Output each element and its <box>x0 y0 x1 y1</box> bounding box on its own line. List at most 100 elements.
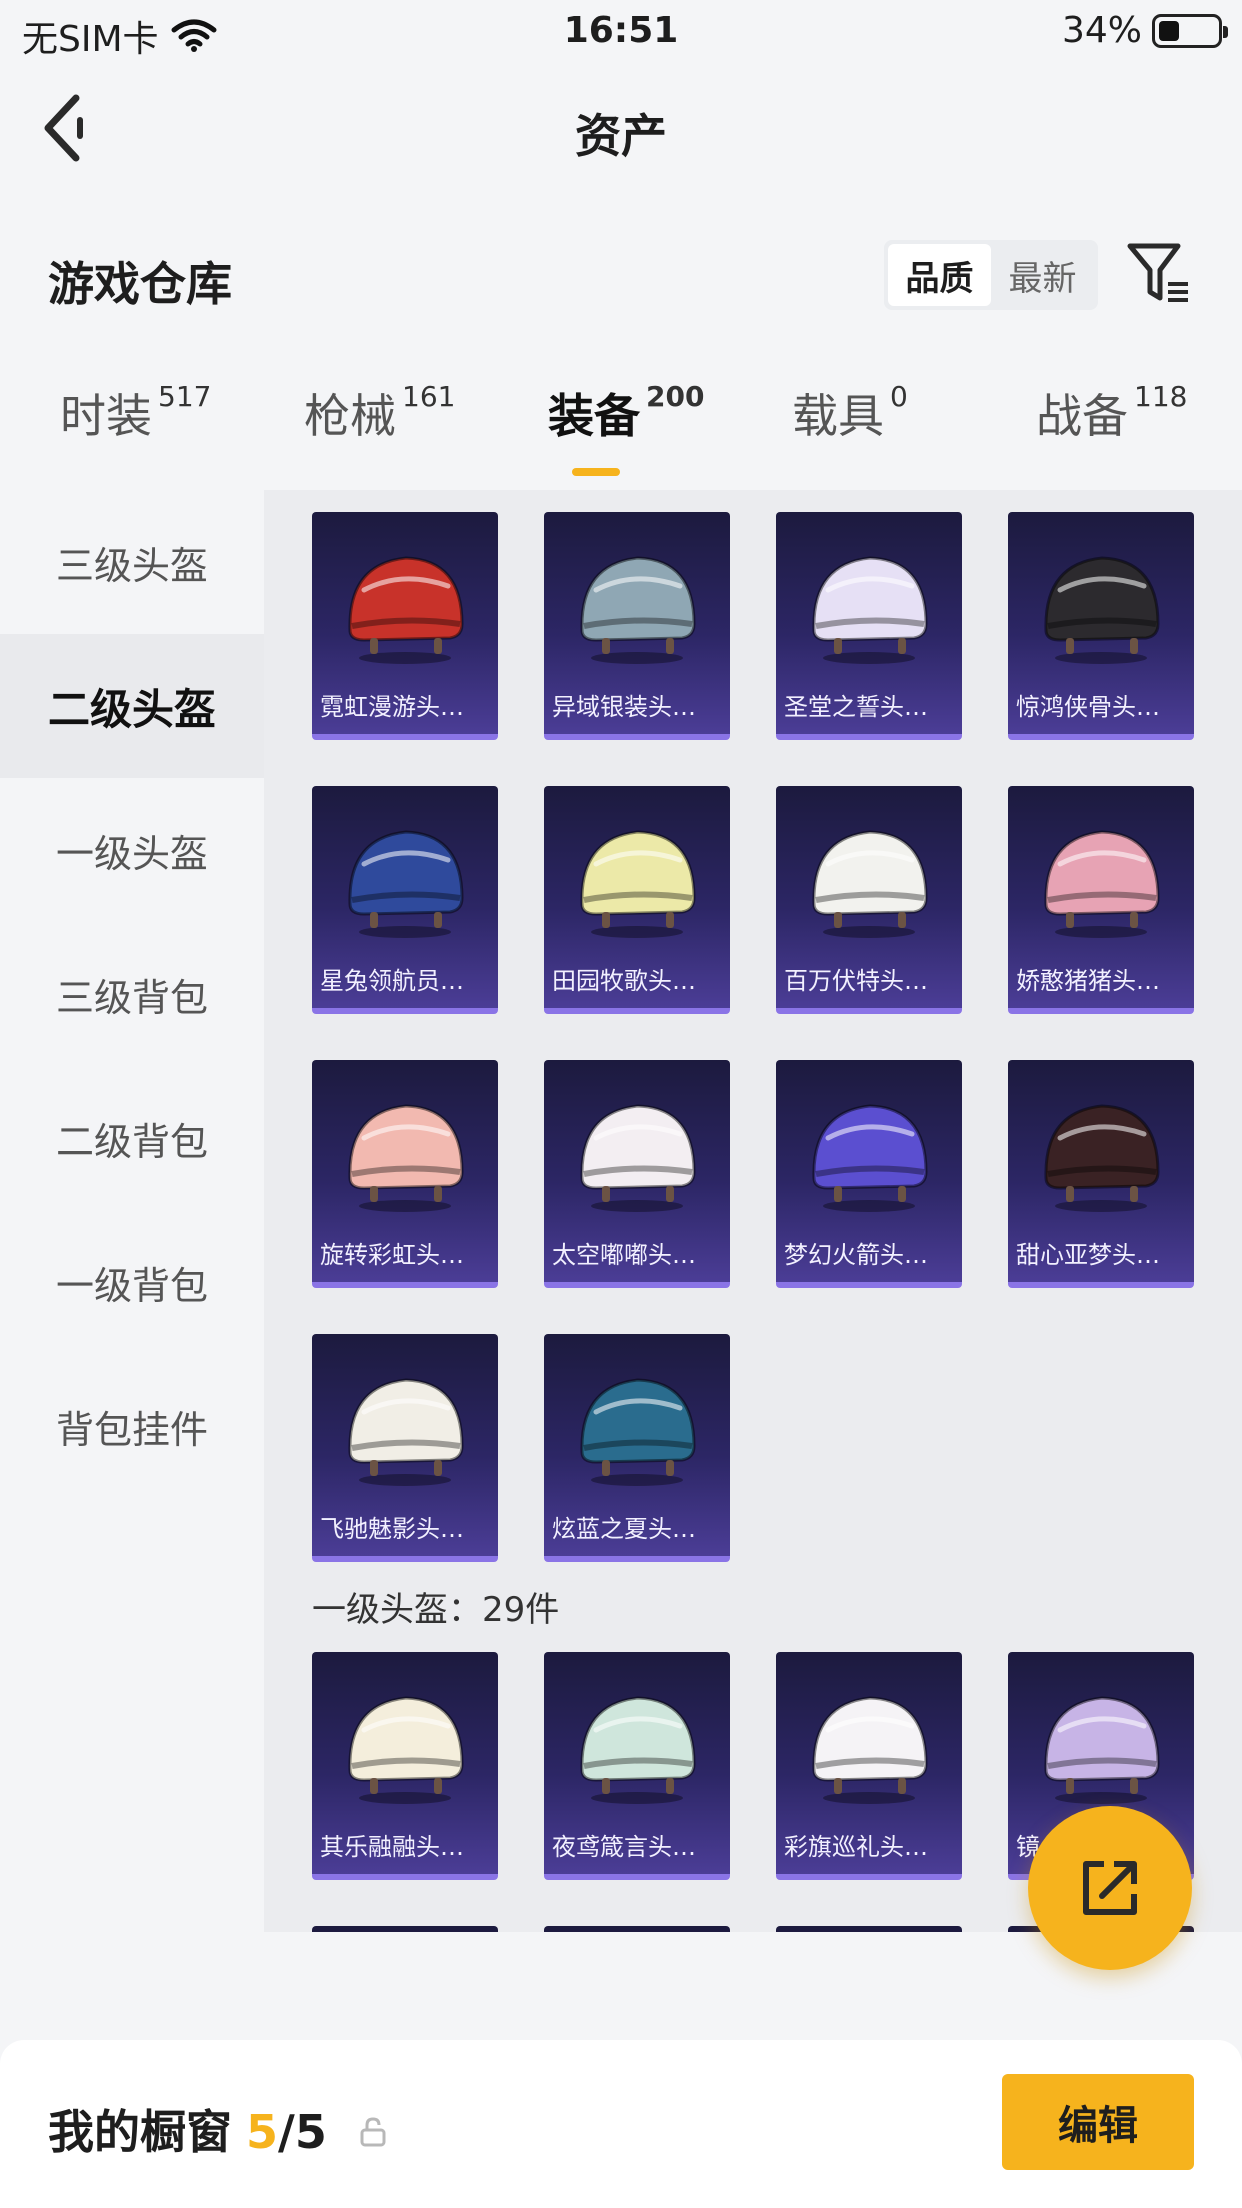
mint-fish-helmet-icon <box>544 1660 730 1820</box>
share-export-icon <box>1083 1861 1137 1915</box>
share-button[interactable] <box>1028 1806 1192 1970</box>
section-title: 游戏仓库 <box>48 257 232 311</box>
lavender-helmet-icon <box>1008 1660 1194 1820</box>
sidebar-item-level2-backpack[interactable]: 二级背包 <box>0 1066 264 1210</box>
item-card[interactable]: 惊鸿侠骨头… <box>1008 512 1194 740</box>
item-name: 旋转彩虹头… <box>320 1241 464 1269</box>
showcase-count: 5/5 <box>246 2105 327 2159</box>
item-card[interactable]: 田园牧歌头… <box>544 786 730 1014</box>
item-name: 梦幻火箭头… <box>784 1241 928 1269</box>
active-tab-indicator <box>572 468 620 476</box>
filter-icon[interactable] <box>1126 240 1192 306</box>
group-label: 一级头盔：29件 <box>312 1590 560 1630</box>
tab-label: 枪械 <box>304 389 396 443</box>
battery-percent: 34% <box>1061 10 1142 51</box>
tab-count: 161 <box>402 379 456 413</box>
item-name: 异域银装头… <box>552 693 696 721</box>
sidebar-item-backpack-charm[interactable]: 背包挂件 <box>0 1354 264 1498</box>
galaxy-helmet-icon <box>776 1068 962 1228</box>
item-name: 夜鸢箴言头… <box>552 1833 696 1861</box>
item-name: 娇憨猪猪头… <box>1016 967 1160 995</box>
tab-label: 装备 <box>548 389 640 443</box>
showcase-label: 我的橱窗 <box>48 2105 232 2159</box>
cat-ear-helmet-icon <box>776 794 962 954</box>
subcategory-sidebar: 三级头盔 二级头盔 一级头盔 三级背包 二级背包 一级背包 背包挂件 <box>0 490 264 1930</box>
tab-count: 517 <box>158 379 212 413</box>
battery-icon <box>1152 13 1228 48</box>
sidebar-item-level3-backpack[interactable]: 三级背包 <box>0 922 264 1066</box>
item-card[interactable]: 炫蓝之夏头… <box>544 1334 730 1562</box>
pink-pig-helmet-icon <box>1008 794 1194 954</box>
item-card[interactable]: 霓虹漫游头… <box>312 512 498 740</box>
item-card[interactable] <box>312 1926 498 1932</box>
item-name: 惊鸿侠骨头… <box>1016 693 1160 721</box>
item-card[interactable]: 异域银装头… <box>544 512 730 740</box>
white-bunny-helmet-icon <box>544 1068 730 1228</box>
tab-label: 载具 <box>792 389 884 443</box>
showcase-bar: 我的橱窗 5/5 编辑 <box>0 2040 1242 2208</box>
item-card[interactable]: 梦幻火箭头… <box>776 1060 962 1288</box>
lock-icon <box>360 2117 386 2147</box>
edit-button[interactable]: 编辑 <box>1002 2074 1194 2170</box>
item-card[interactable]: 百万伏特头… <box>776 786 962 1014</box>
item-card[interactable]: 夜鸢箴言头… <box>544 1652 730 1880</box>
item-card[interactable]: 星兔领航员… <box>312 786 498 1014</box>
item-card[interactable]: 甜心亚梦头… <box>1008 1060 1194 1288</box>
item-card[interactable]: 旋转彩虹头… <box>312 1060 498 1288</box>
item-card[interactable]: 飞驰魅影头… <box>312 1334 498 1562</box>
tab-count: 118 <box>1134 379 1188 413</box>
item-card[interactable]: 圣堂之誓头… <box>776 512 962 740</box>
tab-count: 0 <box>890 379 908 413</box>
silver-helmet-icon <box>544 520 730 680</box>
sidebar-item-level3-helmet[interactable]: 三级头盔 <box>0 490 264 634</box>
tab-vehicles[interactable]: 载具 0 <box>792 380 908 446</box>
showcase-title: 我的橱窗 5/5 <box>48 2096 387 2162</box>
tab-equipment[interactable]: 装备 200 <box>548 380 704 446</box>
blue-wave-helmet-icon <box>544 1342 730 1502</box>
tab-label: 战备 <box>1036 389 1128 443</box>
tab-count: 200 <box>646 379 705 413</box>
item-name: 霓虹漫游头… <box>320 693 464 721</box>
item-card[interactable] <box>544 1926 730 1932</box>
tab-weapons[interactable]: 枪械 161 <box>304 380 455 446</box>
item-card[interactable]: 太空嘟嘟头… <box>544 1060 730 1288</box>
black-horned-helmet-icon <box>1008 520 1194 680</box>
status-bar: 无SIM卡 16:51 34% <box>0 0 1242 64</box>
cow-helmet-icon <box>776 1660 962 1820</box>
item-name: 田园牧歌头… <box>552 967 696 995</box>
black-bow-helmet-icon <box>1008 1068 1194 1228</box>
item-name: 其乐融融头… <box>320 1833 464 1861</box>
tab-fashion[interactable]: 时装 517 <box>60 380 211 446</box>
status-time: 16:51 <box>563 10 679 51</box>
item-card[interactable]: 其乐融融头… <box>312 1652 498 1880</box>
showcase-current: 5 <box>246 2105 279 2159</box>
item-name: 圣堂之誓头… <box>784 693 928 721</box>
item-card[interactable] <box>776 1926 962 1932</box>
peach-dome-helmet-icon <box>312 1068 498 1228</box>
cream-helmet-icon <box>312 1660 498 1820</box>
item-card[interactable]: 彩旗巡礼头… <box>776 1652 962 1880</box>
item-name: 飞驰魅影头… <box>320 1515 464 1543</box>
sidebar-item-level1-backpack[interactable]: 一级背包 <box>0 1210 264 1354</box>
nav-bar: 资产 <box>0 64 1242 188</box>
tab-supplies[interactable]: 战备 118 <box>1036 380 1187 446</box>
tab-label: 时装 <box>60 389 152 443</box>
sidebar-item-level2-helmet[interactable]: 二级头盔 <box>0 634 264 778</box>
page-title: 资产 <box>575 109 667 163</box>
sidebar-item-level1-helmet[interactable]: 一级头盔 <box>0 778 264 922</box>
item-name: 星兔领航员… <box>320 967 464 995</box>
sort-segmented-control: 品质 最新 <box>884 240 1098 310</box>
white-gold-helmet-icon <box>312 1342 498 1502</box>
item-name: 太空嘟嘟头… <box>552 1241 696 1269</box>
sort-option-latest[interactable]: 最新 <box>991 244 1094 306</box>
category-tabs: 时装 517 枪械 161 装备 200 载具 0 战备 118 <box>0 380 1242 480</box>
item-name: 彩旗巡礼头… <box>784 1833 928 1861</box>
item-card[interactable]: 娇憨猪猪头… <box>1008 786 1194 1014</box>
white-winged-helmet-icon <box>776 520 962 680</box>
item-name: 百万伏特头… <box>784 967 928 995</box>
item-name: 炫蓝之夏头… <box>552 1515 696 1543</box>
item-name: 甜心亚梦头… <box>1016 1241 1160 1269</box>
sort-option-quality[interactable]: 品质 <box>888 244 991 306</box>
blue-white-helmet-icon <box>312 794 498 954</box>
item-content-area: 霓虹漫游头… 异域银装头… 圣堂之誓头… 惊鸿侠骨头… 星兔领航员… 田园牧歌头… 百万伏特… <box>264 490 1242 1932</box>
